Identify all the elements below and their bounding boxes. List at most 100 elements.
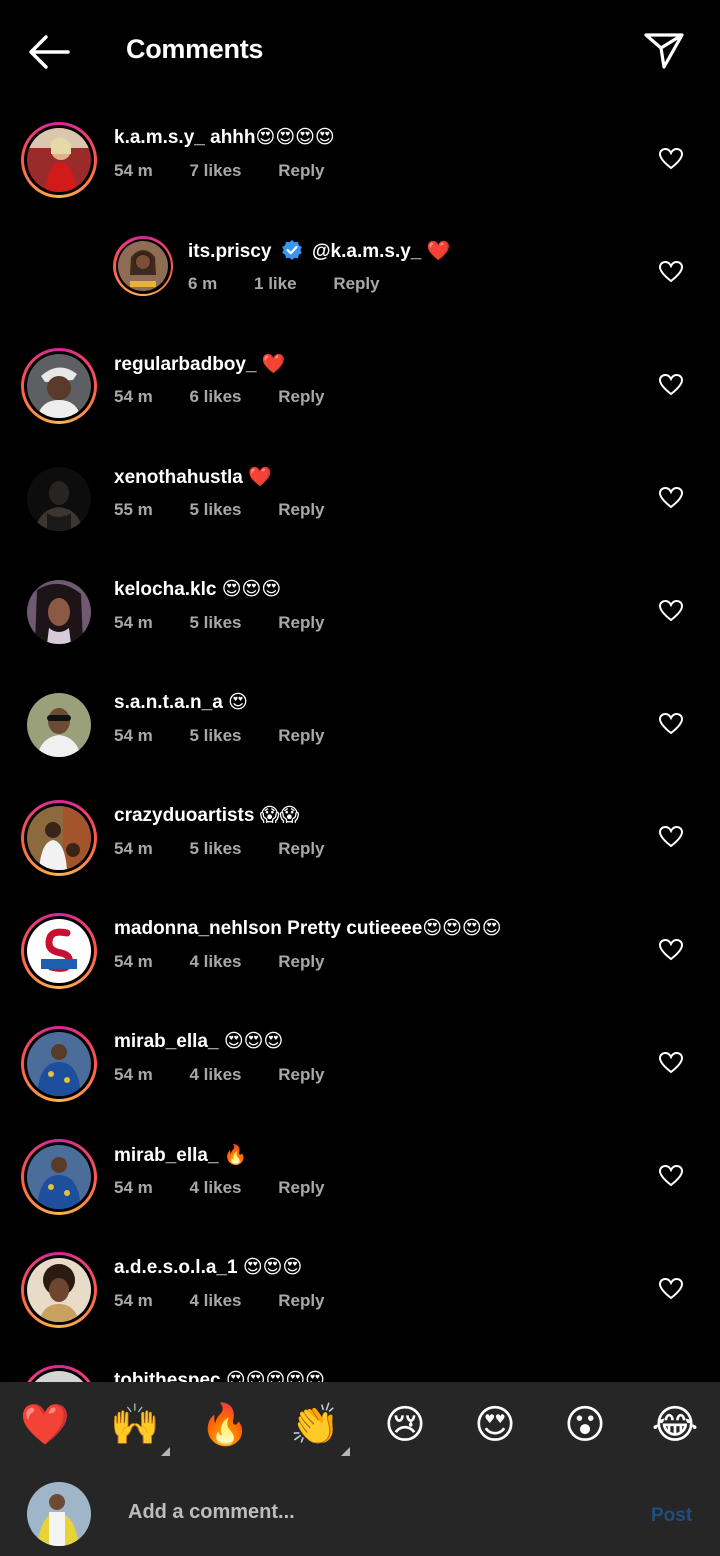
comment-likes[interactable]: 4 likes <box>189 1178 241 1197</box>
comment-text: tobithespec 😍😍😍😍😍 <box>114 1369 325 1382</box>
comment-username[interactable]: its.priscy <box>188 241 271 262</box>
comment-likes[interactable]: 5 likes <box>189 613 241 632</box>
comment-input[interactable] <box>126 1500 610 1525</box>
avatar[interactable] <box>21 1365 97 1382</box>
fire-emoji-button[interactable]: 🔥 <box>200 1400 250 1450</box>
heart-eyes-emoji-button[interactable]: 😍 <box>470 1400 520 1450</box>
comment-username[interactable]: crazyduoartists <box>114 805 254 826</box>
comment-row: madonna_nehlson Pretty cutieeee😍😍😍😍 54 m… <box>0 895 720 1008</box>
comment-time: 54 m <box>114 387 153 406</box>
comment-likes[interactable]: 5 likes <box>189 726 241 745</box>
avatar[interactable] <box>21 122 97 198</box>
comment-likes[interactable]: 5 likes <box>189 839 241 858</box>
reply-button[interactable]: Reply <box>278 500 324 519</box>
comment-text: kelocha.klc 😍😍😍 <box>114 578 281 601</box>
comment-meta: 54 m 5 likes Reply <box>114 613 357 633</box>
comment-likes[interactable]: 4 likes <box>189 1291 241 1310</box>
comment-text: regularbadboy_ ❤️ <box>114 352 286 376</box>
comment-username[interactable]: s.a.n.t.a.n_a <box>114 692 223 713</box>
avatar[interactable] <box>21 800 97 876</box>
avatar[interactable] <box>21 1252 97 1328</box>
reply-button[interactable]: Reply <box>278 839 324 858</box>
comment-meta: 54 m 4 likes Reply <box>114 1178 357 1198</box>
comment-username[interactable]: mirab_ella_ <box>114 1145 219 1166</box>
comment-likes[interactable]: 4 likes <box>189 952 241 971</box>
reply-button[interactable]: Reply <box>278 1178 324 1197</box>
reply-button[interactable]: Reply <box>333 274 379 293</box>
comment-body: 😍 <box>228 692 248 713</box>
comment-time: 54 m <box>114 952 153 971</box>
comment-body: 🔥 <box>223 1145 248 1166</box>
comment-row: xenothahustla ❤️ 55 m 5 likes Reply <box>0 443 720 556</box>
reply-button[interactable]: Reply <box>278 1291 324 1310</box>
tears-of-joy-emoji-button[interactable]: 😂 <box>650 1400 700 1450</box>
comment-likes[interactable]: 4 likes <box>189 1065 241 1084</box>
comment-row: crazyduoartists 😱😱 54 m 5 likes Reply <box>0 782 720 895</box>
reply-button[interactable]: Reply <box>278 726 324 745</box>
comment-likes[interactable]: 5 likes <box>189 500 241 519</box>
reply-button[interactable]: Reply <box>278 387 324 406</box>
raising-hands-emoji: 🙌 <box>110 1403 160 1447</box>
comment-text: mirab_ella_ 😍😍😍 <box>114 1030 283 1053</box>
avatar[interactable] <box>21 687 97 763</box>
comment-text: xenothahustla ❤️ <box>114 465 272 489</box>
comment-meta: 54 m 4 likes Reply <box>114 952 357 972</box>
comment-reply-row: its.priscy @k.a.m.s.y_ ❤️ 6 m 1 like Rep… <box>0 217 720 330</box>
heart-icon[interactable] <box>658 373 684 397</box>
comment-text: a.d.e.s.o.l.a_1 😍😍😍 <box>114 1256 302 1279</box>
comment-username[interactable]: kelocha.klc <box>114 579 216 600</box>
comment-username[interactable]: madonna_nehlson <box>114 918 282 939</box>
comment-text: mirab_ella_ 🔥 <box>114 1143 248 1167</box>
comment-row: s.a.n.t.a.n_a 😍 54 m 5 likes Reply <box>0 669 720 782</box>
crying-face-emoji-button[interactable]: 😢 <box>380 1400 430 1450</box>
avatar[interactable] <box>113 236 173 296</box>
heart-icon[interactable] <box>658 1164 684 1188</box>
heart-icon[interactable] <box>658 1051 684 1075</box>
comment-likes[interactable]: 1 like <box>254 274 297 293</box>
reply-button[interactable]: Reply <box>278 1065 324 1084</box>
comment-text: crazyduoartists 😱😱 <box>114 804 299 827</box>
emoji-reaction-bar: ❤️ 🙌 🔥 👏 😢 😍 😮 😂 <box>0 1382 720 1470</box>
comment-row: mirab_ella_ 🔥 54 m 4 likes Reply <box>0 1121 720 1234</box>
comment-username[interactable]: mirab_ella_ <box>114 1031 219 1052</box>
comment-text: s.a.n.t.a.n_a 😍 <box>114 691 248 714</box>
surprised-face-emoji-button[interactable]: 😮 <box>560 1400 610 1450</box>
clapping-hands-emoji-button[interactable]: 👏 <box>290 1400 350 1456</box>
avatar[interactable] <box>21 913 97 989</box>
comment-username[interactable]: a.d.e.s.o.l.a_1 <box>114 1257 238 1278</box>
avatar[interactable] <box>21 461 97 537</box>
avatar[interactable] <box>21 1026 97 1102</box>
reply-button[interactable]: Reply <box>278 613 324 632</box>
post-button[interactable]: Post <box>651 1505 692 1527</box>
red-heart-emoji-button[interactable]: ❤️ <box>20 1400 70 1450</box>
heart-icon[interactable] <box>658 147 684 171</box>
comment-username[interactable]: tobithespec <box>114 1370 221 1382</box>
comment-body: ahhh😍😍😍😍 <box>210 127 335 148</box>
avatar[interactable] <box>21 574 97 650</box>
comment-text: k.a.m.s.y_ ahhh😍😍😍😍 <box>114 126 335 149</box>
reply-button[interactable]: Reply <box>278 161 324 180</box>
raising-hands-emoji-button[interactable]: 🙌 <box>110 1400 170 1456</box>
arrow-left-icon[interactable] <box>26 32 72 72</box>
heart-icon[interactable] <box>658 938 684 962</box>
comment-time: 55 m <box>114 500 153 519</box>
avatar[interactable] <box>21 1139 97 1215</box>
heart-icon[interactable] <box>658 260 684 284</box>
current-user-avatar <box>27 1482 91 1546</box>
heart-icon[interactable] <box>658 1277 684 1301</box>
comment-body: Pretty cutieeee😍😍😍😍 <box>287 918 502 939</box>
comment-username[interactable]: regularbadboy_ <box>114 354 257 375</box>
heart-icon[interactable] <box>658 486 684 510</box>
comment-likes[interactable]: 6 likes <box>189 387 241 406</box>
avatar[interactable] <box>21 348 97 424</box>
comment-meta: 54 m 4 likes Reply <box>114 1291 357 1311</box>
heart-icon[interactable] <box>658 825 684 849</box>
comment-likes[interactable]: 7 likes <box>189 161 241 180</box>
comment-username[interactable]: k.a.m.s.y_ <box>114 127 205 148</box>
comment-row: kelocha.klc 😍😍😍 54 m 5 likes Reply <box>0 556 720 669</box>
heart-icon[interactable] <box>658 599 684 623</box>
paper-plane-icon[interactable] <box>642 30 686 70</box>
heart-icon[interactable] <box>658 712 684 736</box>
reply-button[interactable]: Reply <box>278 952 324 971</box>
comment-username[interactable]: xenothahustla <box>114 467 243 488</box>
